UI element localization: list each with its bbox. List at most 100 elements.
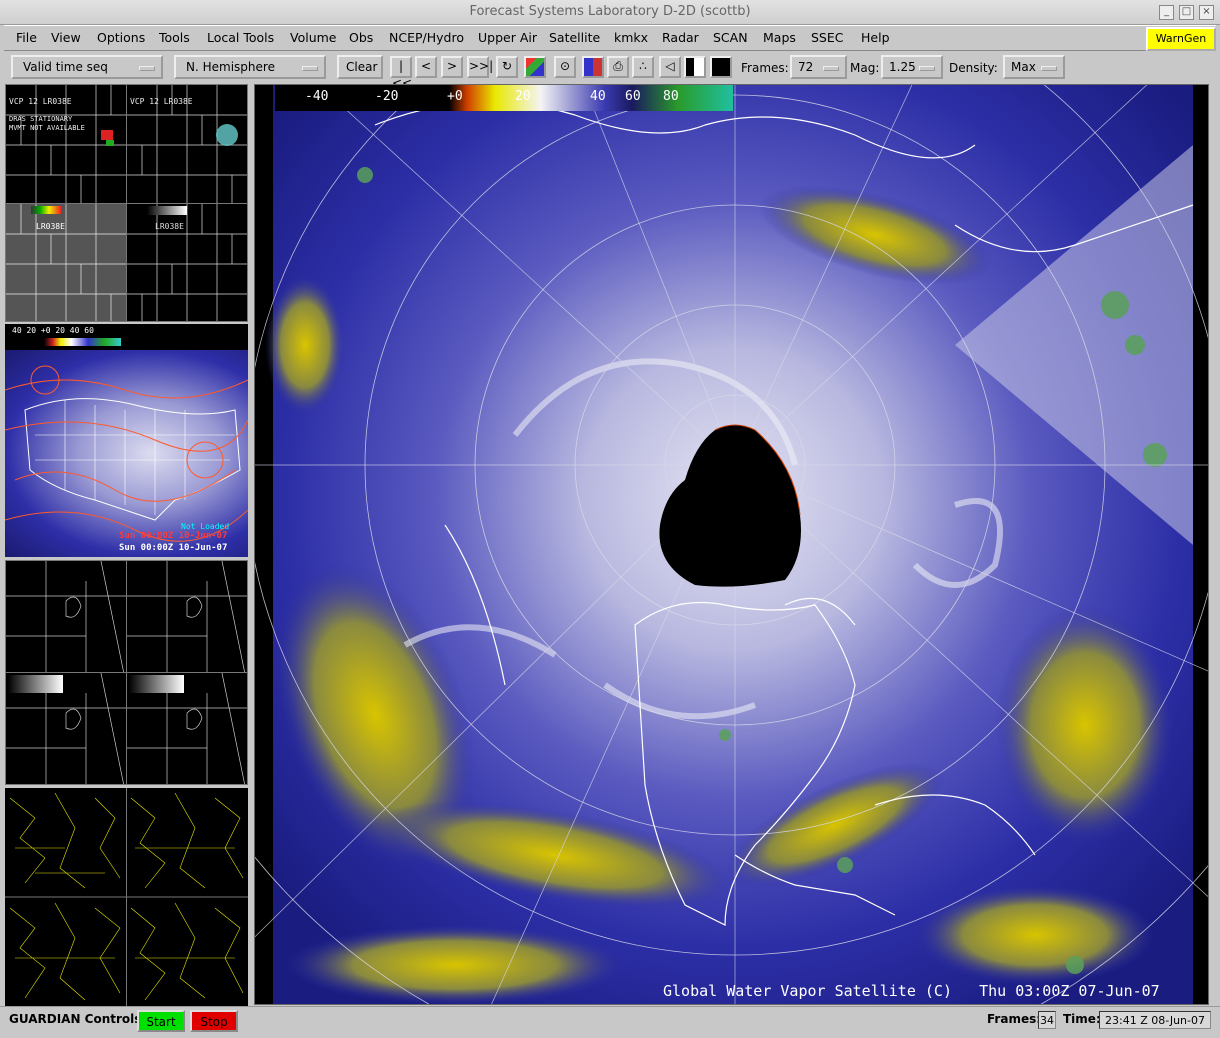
frames-dropdown[interactable]: 72 bbox=[790, 55, 847, 79]
radar-d-label: LR038E bbox=[155, 222, 184, 231]
first-frame-icon[interactable]: |<< bbox=[390, 56, 412, 90]
loop-icon[interactable]: ↻ bbox=[496, 56, 518, 78]
main-colorbar: -40 -20 +0 20 40 60 80 bbox=[275, 85, 733, 111]
radar-map-c bbox=[6, 204, 126, 321]
colorbar-label-4: 40 bbox=[590, 89, 606, 104]
density-label: Density: bbox=[949, 61, 998, 75]
water-vapor-image bbox=[255, 85, 1208, 1004]
points-icon[interactable]: ∴ bbox=[632, 56, 654, 78]
radar-pane-a: VCP 12 LR038E DRAS STATIONARY MVMT NOT A… bbox=[5, 84, 127, 204]
menu-maps[interactable]: Maps bbox=[763, 30, 796, 45]
window-titlebar: Forecast Systems Laboratory D-2D (scottb… bbox=[0, 0, 1220, 25]
main-map-view[interactable]: -40 -20 +0 20 40 60 80 Global Water Vapo… bbox=[254, 84, 1209, 1005]
us-not-loaded: Not Loaded bbox=[181, 522, 230, 531]
maximize-icon[interactable]: □ bbox=[1179, 5, 1194, 20]
time-seq-dropdown[interactable]: Valid time seq bbox=[11, 55, 163, 79]
menu-kmkx[interactable]: kmkx bbox=[614, 30, 648, 45]
dropdown-indicator-icon bbox=[823, 66, 839, 71]
status-time-value: 23:41 Z 08-Jun-07 bbox=[1099, 1011, 1211, 1029]
radar-a-label: VCP 12 LR038E bbox=[9, 97, 72, 106]
menu-local-tools[interactable]: Local Tools bbox=[207, 30, 274, 45]
menu-bar: File View Options Tools Local Tools Volu… bbox=[4, 25, 1216, 51]
us-wv-thumb[interactable]: 40 20 +0 20 40 60 Not Loaded Sun 00:00Z … bbox=[5, 324, 248, 557]
dropdown-indicator-icon bbox=[1041, 66, 1057, 71]
colorbar-label-6: 80 bbox=[663, 89, 679, 104]
florida-map-b bbox=[127, 561, 247, 672]
color-table-icon[interactable] bbox=[582, 56, 604, 78]
menu-file[interactable]: File bbox=[16, 30, 37, 45]
mini-colorbar: 40 20 +0 20 40 60 bbox=[5, 324, 248, 350]
main-view-caption: Global Water Vapor Satellite (C) Thu 03:… bbox=[663, 982, 1160, 1000]
colorbar-label-0: -40 bbox=[305, 89, 329, 104]
menu-help[interactable]: Help bbox=[861, 30, 890, 45]
menu-radar[interactable]: Radar bbox=[662, 30, 699, 45]
density-dropdown[interactable]: Max bbox=[1003, 55, 1065, 79]
mini-colorbar-strip bbox=[11, 338, 121, 346]
radar-c-label: LR038E bbox=[36, 222, 65, 231]
menu-volume[interactable]: Volume bbox=[290, 30, 337, 45]
us-time-2: Sun 00:00Z 10-Jun-07 bbox=[119, 543, 228, 553]
baseline-tool-icon[interactable]: ◁ bbox=[659, 56, 681, 78]
menu-view[interactable]: View bbox=[51, 30, 81, 45]
florida-pane-a bbox=[5, 560, 127, 673]
mag-dropdown[interactable]: 1.25 bbox=[881, 55, 943, 79]
florida-pane-c bbox=[5, 672, 127, 785]
scale-dropdown[interactable]: N. Hemisphere bbox=[174, 55, 326, 79]
florida-4panel-thumb[interactable] bbox=[5, 560, 248, 785]
four-pane-icon[interactable] bbox=[710, 56, 732, 78]
swap-panes-icon[interactable]: ⊙ bbox=[554, 56, 576, 78]
window-title: Forecast Systems Laboratory D-2D (scottb… bbox=[469, 4, 751, 19]
radar-map-d bbox=[127, 204, 247, 321]
colorbar-label-2: +0 bbox=[447, 89, 463, 104]
warngen-button[interactable]: WarnGen bbox=[1146, 27, 1216, 51]
radar-pane-c: LR038E bbox=[5, 203, 127, 322]
dropdown-indicator-icon bbox=[919, 66, 935, 71]
radar-pane-b: VCP 12 LR038E bbox=[126, 84, 248, 204]
radar-a-note1: DRAS STATIONARY bbox=[9, 115, 73, 123]
menu-ncep-hydro[interactable]: NCEP/Hydro bbox=[389, 30, 464, 45]
radar-pane-d: LR038E bbox=[126, 203, 248, 322]
step-back-icon[interactable]: < bbox=[415, 56, 437, 78]
guardian-start-button[interactable]: Start bbox=[137, 1010, 185, 1032]
menu-obs[interactable]: Obs bbox=[349, 30, 373, 45]
florida-pane-b bbox=[126, 560, 248, 673]
close-icon[interactable]: × bbox=[1199, 5, 1214, 20]
status-frames-label: Frames: bbox=[987, 1012, 1042, 1026]
frames-label: Frames: bbox=[741, 61, 789, 75]
colorbar-label-5: 60 bbox=[625, 89, 641, 104]
image-properties-icon[interactable] bbox=[524, 56, 546, 78]
mag-value: 1.25 bbox=[889, 60, 916, 74]
menu-options[interactable]: Options bbox=[97, 30, 145, 45]
obs-plot-4panel-thumb[interactable] bbox=[5, 788, 248, 1006]
thumbnail-column: VCP 12 LR038E DRAS STATIONARY MVMT NOT A… bbox=[5, 84, 248, 1006]
guardian-stop-button[interactable]: Stop bbox=[190, 1010, 238, 1032]
us-wv-image: Not Loaded Sun 00:00Z 10-Jun-07 Sun 00:0… bbox=[5, 350, 248, 557]
toolbar: Valid time seq N. Hemisphere Clear |<< <… bbox=[4, 52, 1216, 90]
colorbar-label-1: -20 bbox=[375, 89, 399, 104]
menu-upper-air[interactable]: Upper Air bbox=[478, 30, 537, 45]
radar-b-label: VCP 12 LR038E bbox=[130, 97, 193, 106]
menu-tools[interactable]: Tools bbox=[159, 30, 190, 45]
frames-value: 72 bbox=[798, 60, 814, 74]
last-frame-icon[interactable]: >>| bbox=[467, 56, 493, 78]
minimize-icon[interactable]: _ bbox=[1159, 5, 1174, 20]
us-time-1: Sun 00:00Z 10-Jun-07 bbox=[119, 531, 228, 541]
mag-label: Mag: bbox=[850, 61, 880, 75]
scale-value: N. Hemisphere bbox=[186, 60, 275, 74]
status-time-label: Time: bbox=[1063, 1012, 1101, 1026]
print-icon[interactable]: ⎙ bbox=[607, 56, 629, 78]
guardian-label: GUARDIAN Controls: bbox=[9, 1012, 147, 1026]
menu-satellite[interactable]: Satellite bbox=[549, 30, 600, 45]
time-seq-value: Valid time seq bbox=[23, 60, 108, 74]
radar-4panel-thumb[interactable]: VCP 12 LR038E DRAS STATIONARY MVMT NOT A… bbox=[5, 84, 248, 322]
colorbar-label-3: 20 bbox=[515, 89, 531, 104]
step-forward-icon[interactable]: > bbox=[441, 56, 463, 78]
clear-button[interactable]: Clear bbox=[337, 55, 383, 79]
menu-scan[interactable]: SCAN bbox=[713, 30, 748, 45]
radar-a-note2: MVMT NOT AVAILABLE bbox=[9, 124, 85, 132]
dropdown-indicator-icon bbox=[139, 66, 155, 71]
single-pane-icon[interactable] bbox=[684, 56, 706, 78]
dropdown-indicator-icon bbox=[302, 66, 318, 71]
status-frames-value: 34 bbox=[1038, 1011, 1056, 1029]
menu-ssec[interactable]: SSEC bbox=[811, 30, 844, 45]
